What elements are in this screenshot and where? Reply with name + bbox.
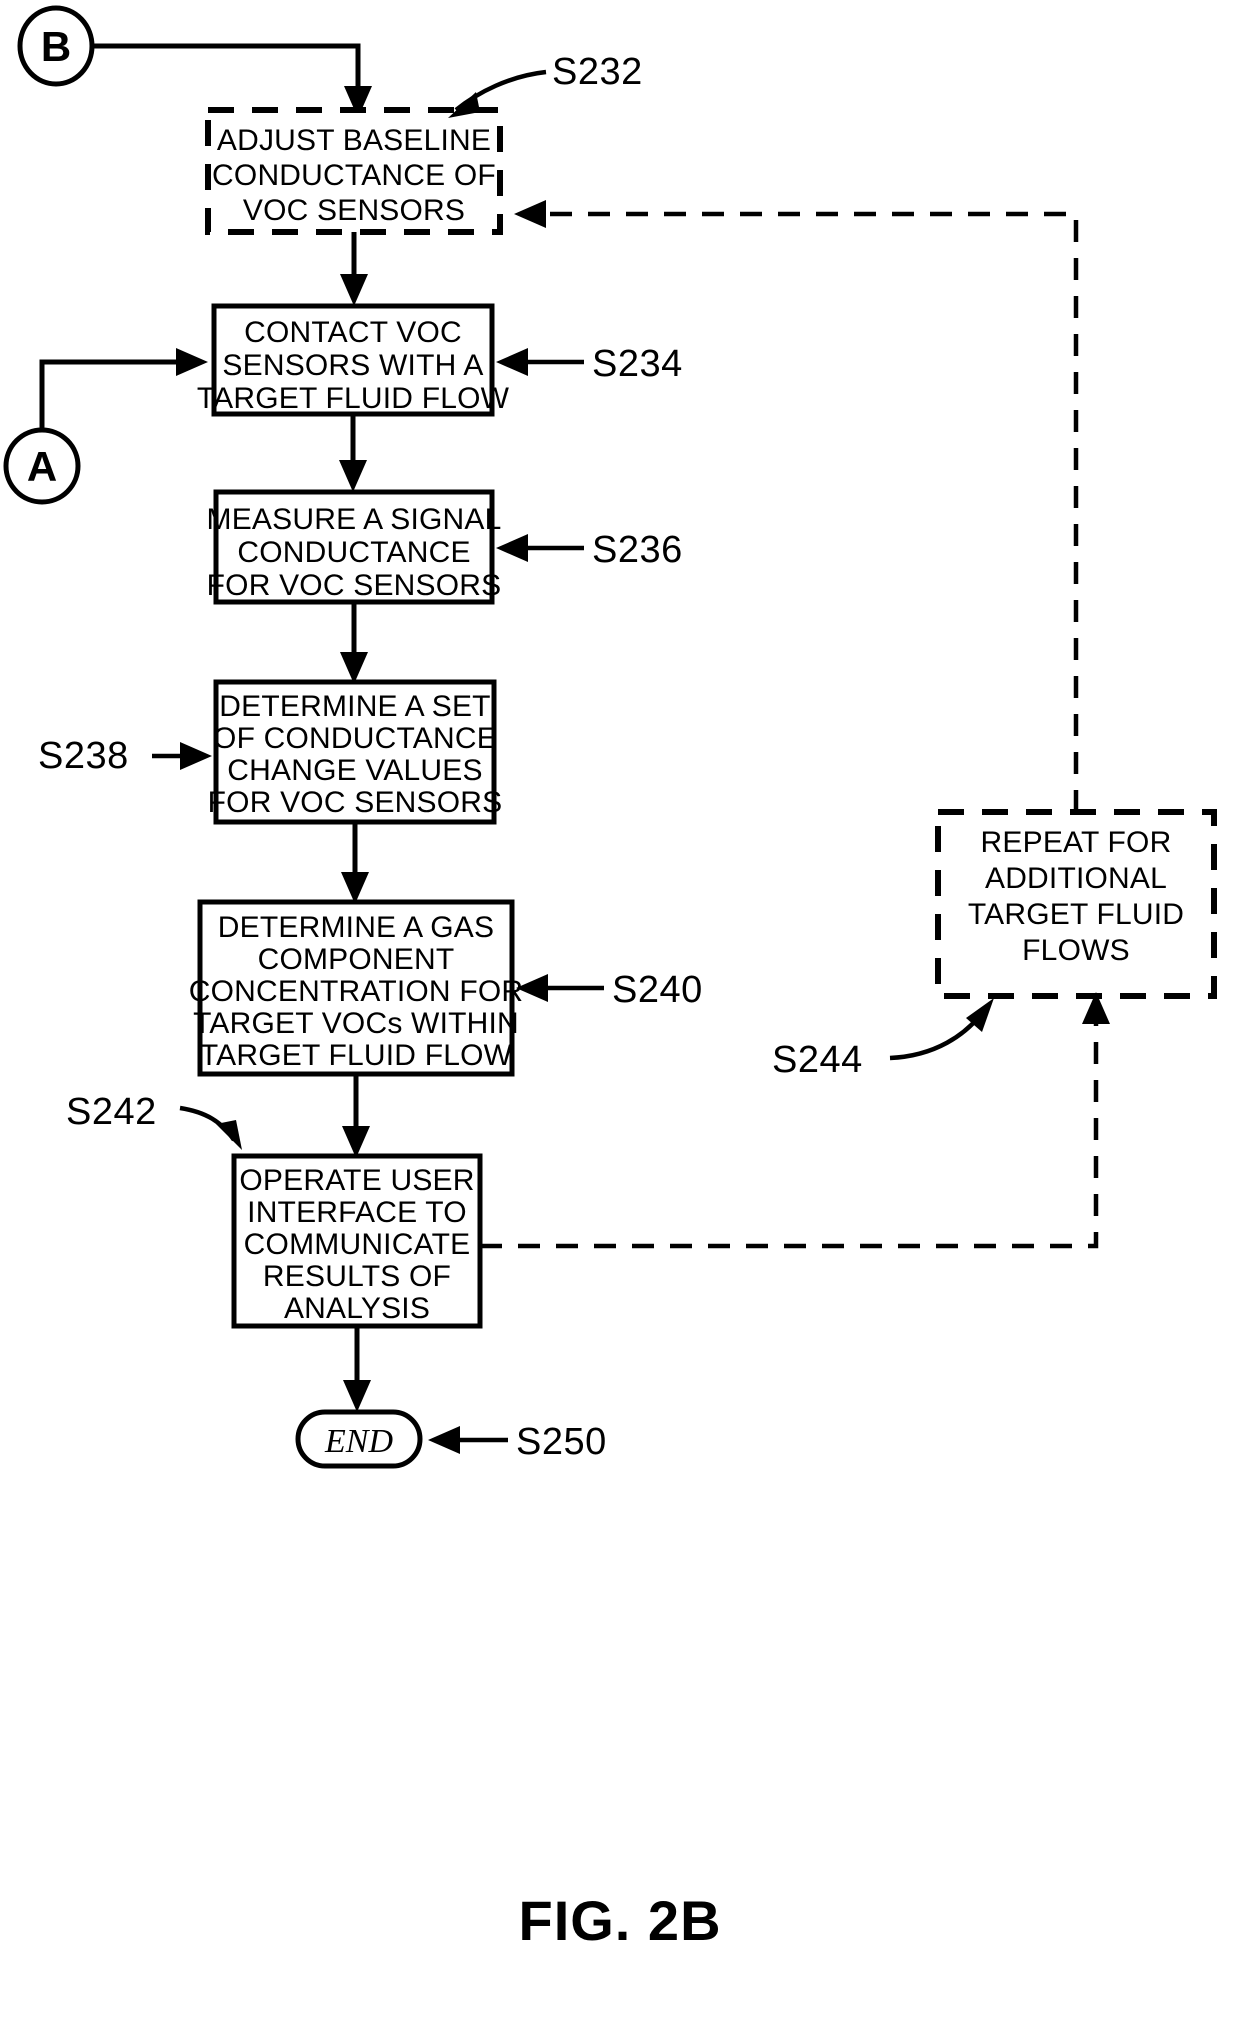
ref-label-s232: S232 xyxy=(552,51,643,93)
ref-label-s238: S238 xyxy=(38,735,129,777)
step-s240-box: DETERMINE A GAS COMPONENT CONCENTRATION … xyxy=(189,899,524,1077)
step-s238-line-1: DETERMINE A SET xyxy=(219,690,490,723)
figure-caption: FIG. 2B xyxy=(518,1889,721,1952)
step-s232-line-2: CONDUCTANCE OF xyxy=(212,159,496,192)
ref-label-s244: S244 xyxy=(772,1039,863,1081)
ref-label-s242: S242 xyxy=(66,1091,157,1133)
step-s244-box: REPEAT FOR ADDITIONAL TARGET FLUID FLOWS xyxy=(935,809,1217,999)
ref-label-s250: S250 xyxy=(516,1421,607,1463)
figure-2b: B ADJUST BASELINE CONDUCTANCE OF VOC SEN… xyxy=(0,0,1240,2020)
step-s240-line-2: COMPONENT xyxy=(258,943,455,976)
arrowhead-s236-to-s238 xyxy=(340,652,368,684)
connector-b: B xyxy=(17,5,95,87)
step-s232-box: ADJUST BASELINE CONDUCTANCE OF VOC SENSO… xyxy=(205,107,503,235)
step-s238-line-3: CHANGE VALUES xyxy=(227,754,482,787)
step-s236-line-2: CONDUCTANCE xyxy=(237,536,470,569)
arrowhead-s234 xyxy=(496,348,528,376)
flow-b-to-s232 xyxy=(92,43,361,96)
ref-label-s236: S236 xyxy=(592,529,683,571)
step-s242-line-1: OPERATE USER xyxy=(239,1164,474,1197)
arrowhead-s236 xyxy=(496,534,528,562)
step-s232-line-1: ADJUST BASELINE xyxy=(217,124,491,157)
arrowhead-s242-to-end xyxy=(343,1380,371,1412)
arrowhead-s234-to-s236 xyxy=(339,460,367,492)
ref-label-s234: S234 xyxy=(592,343,683,385)
step-s238-box: DETERMINE A SET OF CONDUCTANCE CHANGE VA… xyxy=(208,679,503,825)
step-s236-box: MEASURE A SIGNAL CONDUCTANCE FOR VOC SEN… xyxy=(207,489,502,605)
step-s244-line-3: TARGET FLUID xyxy=(968,898,1184,931)
step-s238-line-4: FOR VOC SENSORS xyxy=(208,786,503,819)
connector-b-label: B xyxy=(41,23,71,70)
step-s242-line-4: RESULTS OF xyxy=(263,1260,451,1293)
step-s240-line-3: CONCENTRATION FOR xyxy=(189,975,524,1008)
arrowhead-s240-to-s242 xyxy=(342,1126,370,1158)
feedback-s244-to-s232 xyxy=(540,211,1079,812)
arrowhead-s232-to-s234 xyxy=(340,274,368,306)
step-s240-line-4: TARGET VOCs WITHIN xyxy=(193,1007,519,1040)
arrowhead-s250 xyxy=(428,1426,460,1454)
step-s242-box: OPERATE USER INTERFACE TO COMMUNICATE RE… xyxy=(231,1153,483,1329)
connector-a: A xyxy=(3,427,81,505)
step-s244-line-4: FLOWS xyxy=(1022,934,1130,967)
arrowhead-s238-to-s240 xyxy=(341,872,369,904)
step-s242-line-2: INTERFACE TO xyxy=(247,1196,467,1229)
ref-label-s240: S240 xyxy=(612,969,703,1011)
step-s242-line-3: COMMUNICATE xyxy=(244,1228,471,1261)
step-s234-box: CONTACT VOC SENSORS WITH A TARGET FLUID … xyxy=(197,303,510,417)
flowchart-canvas: B ADJUST BASELINE CONDUCTANCE OF VOC SEN… xyxy=(3,5,1217,1952)
step-s242-line-5: ANALYSIS xyxy=(284,1292,430,1325)
step-s234-line-2: SENSORS WITH A xyxy=(222,349,483,382)
step-s234-line-1: CONTACT VOC xyxy=(244,316,462,349)
arrowhead-feedback-to-s232 xyxy=(514,200,546,228)
arrowhead-s238 xyxy=(180,742,212,770)
terminal-end: END xyxy=(295,1409,423,1469)
step-s244-line-2: ADDITIONAL xyxy=(985,862,1167,895)
step-s240-line-5: TARGET FLUID FLOW xyxy=(200,1039,513,1072)
step-s240-line-1: DETERMINE A GAS xyxy=(218,911,494,944)
step-s232-line-3: VOC SENSORS xyxy=(243,194,465,227)
step-s238-line-2: OF CONDUCTANCE xyxy=(213,722,497,755)
step-s244-line-1: REPEAT FOR xyxy=(981,826,1172,859)
step-s234-line-3: TARGET FLUID FLOW xyxy=(197,382,510,415)
connector-a-label: A xyxy=(27,443,57,490)
arrowhead-s242 xyxy=(216,1120,242,1150)
step-s236-line-1: MEASURE A SIGNAL xyxy=(207,503,502,536)
arrowhead-a-to-s234 xyxy=(176,348,208,376)
flow-a-to-s234 xyxy=(39,359,182,430)
step-s236-line-3: FOR VOC SENSORS xyxy=(207,569,502,602)
terminal-end-label: END xyxy=(324,1423,393,1460)
